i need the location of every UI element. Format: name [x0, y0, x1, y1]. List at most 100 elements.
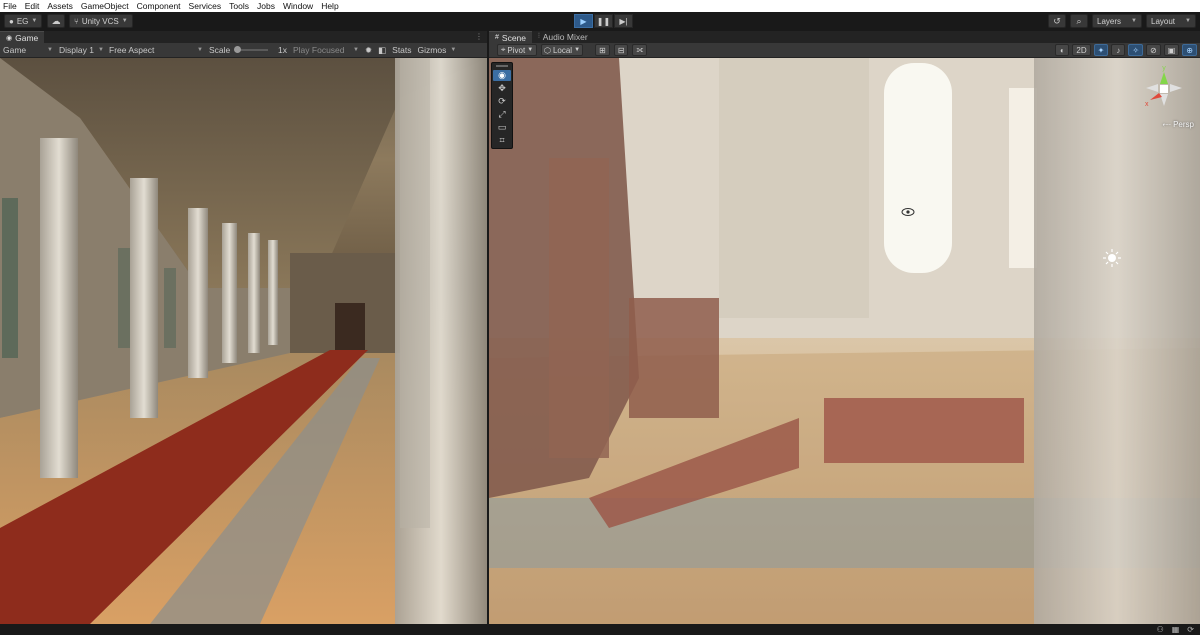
audio-toggle[interactable]: ♪	[1111, 44, 1126, 56]
stats-button[interactable]: Stats	[389, 43, 414, 58]
gizmos-dropdown[interactable]: Gizmos ▼	[415, 43, 460, 58]
draw-mode-dropdown[interactable]: ◐	[1055, 44, 1070, 56]
vcs-dropdown[interactable]: ⑂ Unity VCS ▼	[69, 14, 133, 28]
align-button[interactable]: ⟗	[632, 44, 648, 56]
tab-audio-mixer-label: Audio Mixer	[542, 32, 588, 42]
search-icon: ⌕	[1076, 15, 1082, 26]
projection-label[interactable]: ⤎ Persp	[1163, 120, 1194, 130]
chevron-down-icon: ▼	[97, 47, 104, 53]
game-view-label: Game	[3, 45, 27, 55]
snap-increment-button[interactable]: ⊟	[613, 44, 629, 56]
gizmos-label: Gizmos	[417, 45, 447, 55]
gizmo-neg-y-axis[interactable]	[1160, 94, 1168, 106]
pivot-label: Pivot	[507, 45, 526, 55]
layout-label: Layout	[1151, 16, 1176, 26]
tab-scene[interactable]: # Scene	[489, 31, 533, 43]
rotate-icon: ⟳	[498, 96, 506, 106]
toggle-2d-label: 2D	[1076, 45, 1087, 55]
account-dropdown[interactable]: ● EG ▼	[4, 14, 43, 28]
transform-tool-button[interactable]: ⌗	[493, 135, 511, 146]
audio-mixer-icon: ⫶	[538, 33, 540, 40]
chevron-down-icon: ▼	[1131, 18, 1137, 24]
menu-services[interactable]: Services	[185, 0, 226, 12]
game-view-dropdown[interactable]: Game ▼	[0, 43, 56, 58]
gizmos-toggle[interactable]: ⊕	[1182, 44, 1197, 56]
lighting-toggle[interactable]: ✦	[1093, 44, 1109, 56]
play-button[interactable]: ▶	[574, 14, 593, 28]
play-mode-dropdown[interactable]: Play Focused ▼	[290, 43, 362, 58]
local-dropdown[interactable]: ⬡ Local ▼	[541, 44, 583, 56]
rotate-tool-button[interactable]: ⟳	[493, 96, 511, 107]
drag-handle[interactable]	[496, 65, 508, 67]
view-tool-button[interactable]: ◉	[493, 70, 511, 81]
scale-slider[interactable]	[234, 46, 269, 53]
step-button[interactable]: ▶|	[614, 14, 633, 28]
chevron-down-icon: ▼	[121, 18, 128, 24]
layout-dropdown[interactable]: Layout ▼	[1146, 14, 1196, 28]
package-icon[interactable]: ▦	[1172, 625, 1180, 634]
hidden-objects-toggle[interactable]: ⊘	[1146, 44, 1161, 56]
menu-edit[interactable]: Edit	[21, 0, 44, 12]
menu-file[interactable]: File	[0, 0, 21, 12]
sync-icon[interactable]: ⟳	[1187, 625, 1194, 634]
scale-tool-button[interactable]: ⤢	[493, 109, 511, 120]
menu-assets[interactable]: Assets	[43, 0, 77, 12]
gizmo-y-axis[interactable]	[1160, 72, 1168, 84]
tab-audio-mixer[interactable]: ⫶ Audio Mixer	[532, 31, 594, 43]
chevron-down-icon: ▼	[1185, 18, 1191, 24]
tab-game[interactable]: ◉ Game	[0, 31, 45, 43]
rect-tool-button[interactable]: ▭	[493, 122, 511, 133]
menu-component[interactable]: Component	[133, 0, 185, 12]
transform-icon: ⌗	[499, 135, 505, 145]
display-dropdown[interactable]: Display 1 ▼	[56, 43, 106, 58]
game-viewport[interactable]	[0, 58, 487, 624]
toggle-2d-button[interactable]: 2D	[1072, 44, 1091, 56]
chevron-down-icon: ▼	[31, 18, 38, 24]
layers-dropdown[interactable]: Layers ▼	[1092, 14, 1142, 28]
mute-audio-button[interactable]: ✹	[362, 43, 375, 58]
play-icon: ▶	[580, 16, 587, 26]
menu-jobs[interactable]: Jobs	[253, 0, 279, 12]
search-button[interactable]: ⌕	[1070, 14, 1088, 28]
lightbulb-icon: ✦	[1097, 45, 1105, 55]
grid-snap-button[interactable]: ⊞	[595, 44, 610, 56]
menu-tools[interactable]: Tools	[225, 0, 253, 12]
kebab-menu-icon[interactable]: ⋮	[475, 32, 483, 41]
orientation-gizmo[interactable]: y x	[1138, 62, 1190, 122]
game-scene-render	[0, 58, 487, 624]
play-mode-label: Play Focused	[293, 45, 345, 55]
local-icon: ⬡	[543, 45, 551, 55]
tab-scene-label: Scene	[501, 32, 527, 43]
aspect-dropdown[interactable]: Free Aspect ▼	[106, 43, 206, 58]
scale-value: 1x	[278, 45, 287, 55]
chevron-down-icon: ▼	[197, 47, 203, 53]
move-tool-button[interactable]: ✥	[493, 83, 511, 94]
chevron-down-icon: ▼	[450, 47, 457, 53]
scale-icon: ⤢	[498, 109, 506, 119]
scene-tabbar: # Scene ⫶ Audio Mixer	[489, 31, 1200, 43]
cloud-icon: ☁	[51, 15, 61, 26]
audio-icon: ✹	[365, 44, 373, 55]
camera-dropdown[interactable]: ▣	[1163, 44, 1180, 56]
effects-dropdown[interactable]: ✧	[1128, 44, 1144, 56]
gizmo-neg-x-axis[interactable]	[1146, 84, 1158, 92]
scene-grid-icon: #	[495, 34, 499, 41]
scale-slider-handle[interactable]	[234, 46, 242, 53]
pivot-dropdown[interactable]: ⌖ Pivot ▼	[497, 44, 537, 56]
stats-label: Stats	[392, 45, 412, 55]
scene-viewport[interactable]: ◉ ✥ ⟳ ⤢ ▭ ⌗ y x ⤎ Persp	[489, 58, 1200, 624]
menu-window[interactable]: Window	[279, 0, 317, 12]
gizmo-neg-z-axis[interactable]	[1170, 84, 1182, 92]
frame-debugger-button[interactable]: ◧	[375, 43, 389, 58]
display-label: Display 1	[59, 45, 94, 55]
gizmo-center[interactable]	[1160, 85, 1168, 93]
pause-icon: ❚❚	[596, 16, 611, 26]
network-icon[interactable]: ⚇	[1157, 625, 1164, 634]
menu-help[interactable]: Help	[317, 0, 342, 12]
menu-gameobject[interactable]: GameObject	[77, 0, 133, 12]
history-button[interactable]: ↺	[1048, 14, 1066, 28]
scale-control: Scale 1x	[206, 43, 290, 58]
pause-button[interactable]: ❚❚	[594, 14, 613, 28]
align-icon: ⟗	[636, 45, 644, 54]
cloud-button[interactable]: ☁	[47, 14, 65, 28]
